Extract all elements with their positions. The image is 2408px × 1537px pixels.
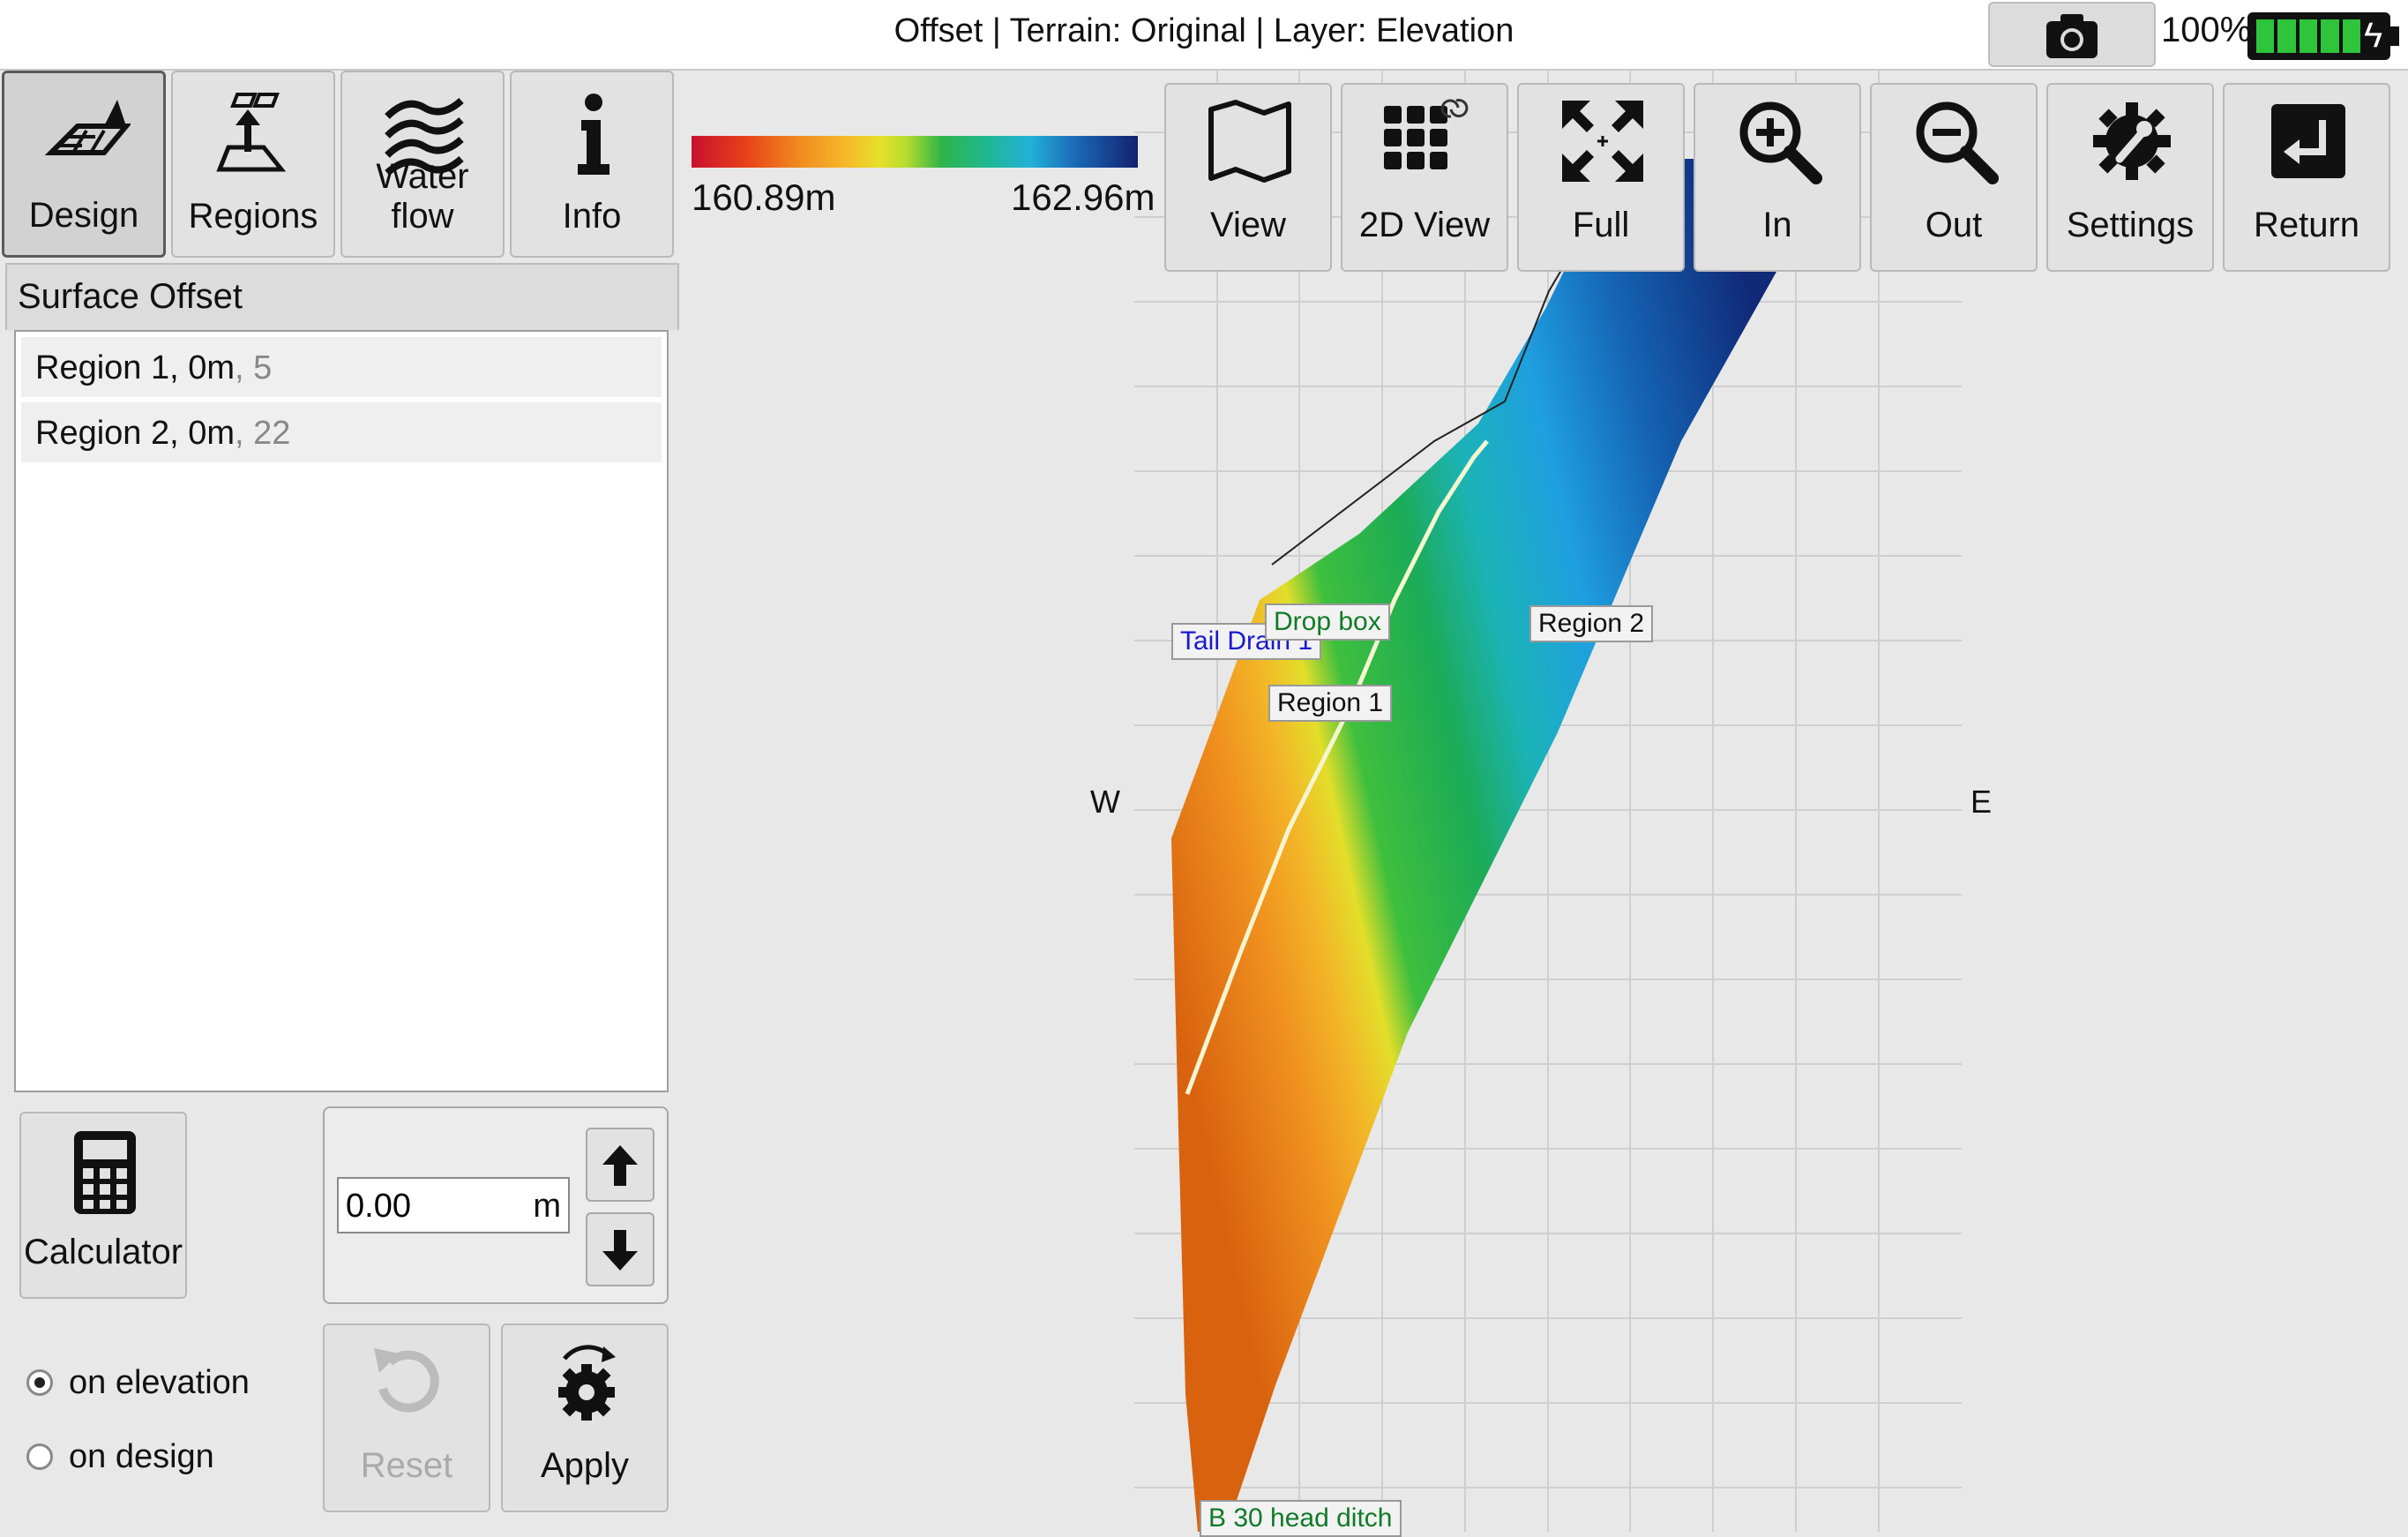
zoom-out-button[interactable]: Out [1870,83,2038,272]
drop-box-label[interactable]: Drop box [1265,604,1390,641]
reset-icon [374,1348,439,1413]
elevation-color-scale [692,136,1138,168]
map-icon [1208,100,1291,183]
regions-icon [216,93,287,172]
camera-icon [2046,14,2098,58]
apply-label: Apply [540,1446,630,1485]
zoom-in-icon [1739,101,1822,184]
tab-label: Regions [188,197,318,236]
info-icon [578,94,609,175]
battery-icon: ϟ [2247,12,2399,60]
tool-label: Return [2253,206,2360,244]
tab-regions[interactable]: Regions [171,71,335,258]
region-count: , 5 [235,349,273,386]
tab-info[interactable]: Info [510,71,674,258]
arrow-down-icon [602,1230,638,1271]
region-name: Region 1, 0m [35,349,236,386]
radio-button[interactable] [26,1443,53,1470]
offset-control: m [323,1106,669,1304]
tool-label: In [1762,206,1792,244]
view-button[interactable]: View [1164,83,1332,272]
zoom-out-icon [1916,101,1999,184]
scale-min-label: 160.89m [692,176,836,218]
calculator-label: Calculator [23,1233,183,1271]
tab-label: Water flow [376,157,469,236]
tool-label: Full [1572,206,1630,244]
tab-design[interactable]: Design [2,71,166,258]
panel-header: Surface Offset [5,263,679,330]
region-list[interactable]: Region 1, 0m, 5 Region 2, 0m, 22 [14,330,669,1092]
decrease-button[interactable] [586,1212,654,1286]
tool-label: View [1210,206,1286,244]
zoom-in-button[interactable]: In [1694,83,1861,272]
compass-east: E [1971,783,1993,820]
compass-west: W [1090,783,1120,820]
full-extent-button[interactable]: Full [1517,83,1685,272]
design-icon [44,100,131,155]
tool-label: Settings [2066,206,2195,244]
return-icon [2271,104,2345,178]
2d-view-button[interactable]: 2D View [1341,83,1508,272]
return-button[interactable]: Return [2223,83,2390,272]
grid-icon [1384,99,1469,169]
title-bar: Offset | Terrain: Original | Layer: Elev… [0,0,2408,71]
fullscreen-icon [1562,101,1643,182]
tool-label: Out [1925,206,1983,244]
offset-unit: m [533,1188,561,1225]
list-item[interactable]: Region 2, 0m, 22 [21,402,662,462]
settings-button[interactable]: Settings [2046,83,2214,272]
increase-button[interactable] [586,1128,654,1202]
terrain-map[interactable] [1134,71,1962,1532]
apply-gear-icon [558,1345,616,1421]
battery-percentage: 100% [2161,11,2252,49]
radio-label: on design [69,1438,214,1475]
region-2-label[interactable]: Region 2 [1529,605,1654,642]
tab-water-flow[interactable]: Water flow [340,71,505,258]
arrow-up-icon [602,1145,638,1186]
reset-button[interactable]: Reset [323,1323,490,1512]
tab-label: Design [28,196,139,235]
scale-max-label: 162.96m [1011,176,1155,218]
screenshot-button[interactable] [1988,2,2156,67]
radio-label: on elevation [69,1364,250,1401]
tool-label: 2D View [1358,206,1491,244]
tab-label: Info [562,197,622,236]
region-name: Region 2, 0m [35,415,236,452]
list-item[interactable]: Region 1, 0m, 5 [21,337,662,397]
radio-button[interactable] [26,1369,53,1396]
map-canvas[interactable]: Tail Drain 1 Drop box Region 1 Region 2 … [1134,71,1962,1537]
settings-icon [2093,102,2171,180]
reset-label: Reset [360,1446,453,1485]
terrain-surface [1171,159,1840,1532]
calculator-icon [74,1131,136,1214]
apply-button[interactable]: Apply [501,1323,669,1512]
offset-input[interactable] [344,1184,524,1228]
region-1-label[interactable]: Region 1 [1268,685,1393,722]
region-count: , 22 [235,415,291,452]
calculator-button[interactable]: Calculator [19,1112,187,1299]
panel-title: Surface Offset [18,277,243,316]
offset-field[interactable]: m [337,1177,570,1233]
